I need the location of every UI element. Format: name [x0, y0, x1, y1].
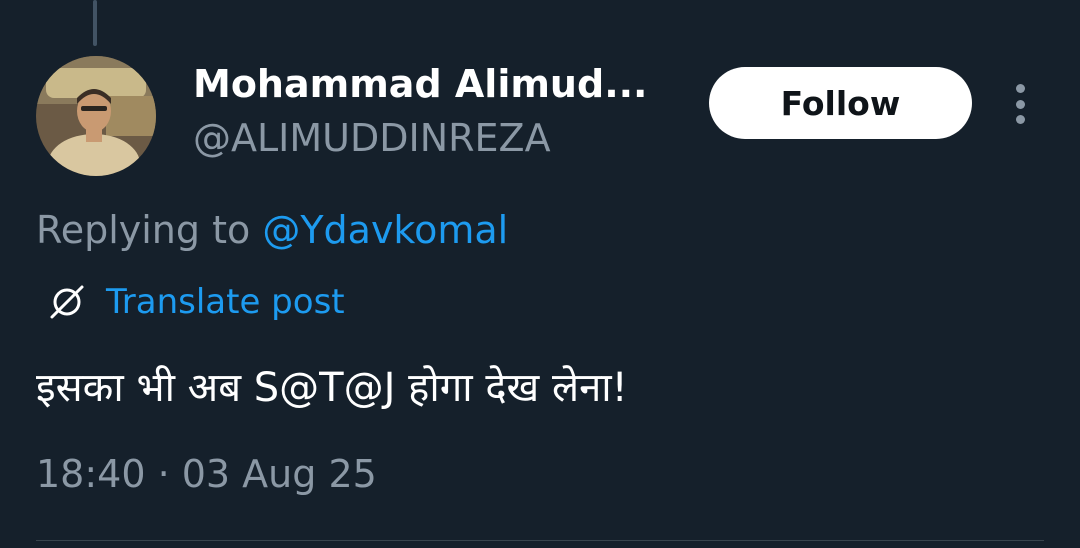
profile-photo-icon — [36, 56, 156, 176]
divider — [36, 540, 1044, 541]
follow-button[interactable]: Follow — [709, 67, 972, 139]
vertical-ellipsis-icon — [1015, 84, 1025, 93]
thread-connector-line — [93, 0, 97, 46]
translate-post-button[interactable]: Translate post — [46, 280, 345, 324]
author-handle[interactable]: @ALIMUDDINREZA — [193, 116, 551, 160]
author-display-name[interactable]: Mohammad Alimud... — [193, 62, 648, 106]
replying-to-handle-link[interactable]: @Ydavkomal — [262, 208, 508, 252]
translate-post-label: Translate post — [106, 282, 345, 322]
replying-to-prefix: Replying to — [36, 208, 251, 252]
avatar[interactable] — [36, 56, 156, 176]
tweet-text: इसका भी अब S@T@J होगा देख लेना! — [36, 365, 628, 411]
vertical-ellipsis-icon — [1015, 115, 1025, 124]
translate-icon — [50, 285, 84, 319]
more-options-button[interactable] — [1005, 84, 1035, 124]
tweet-timestamp[interactable]: 18:40 · 03 Aug 25 — [36, 452, 377, 496]
replying-to-line: Replying to @Ydavkomal — [36, 208, 508, 252]
vertical-ellipsis-icon — [1015, 99, 1025, 109]
